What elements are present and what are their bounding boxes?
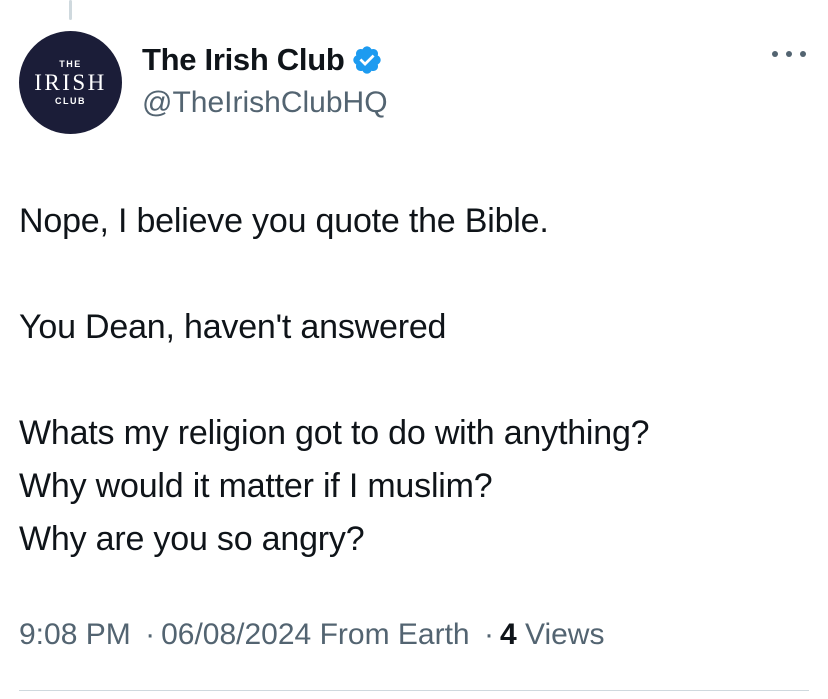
more-options-button[interactable]	[772, 42, 806, 66]
meta-separator: ·	[145, 618, 156, 651]
avatar-text-bottom: CLUB	[55, 95, 86, 106]
views-label: Views	[524, 618, 605, 651]
tweet-line: You Dean, haven't answered	[19, 308, 447, 346]
tweet-metadata: 9:08 PM · 06/08/2024 From Earth · 4 Views	[19, 618, 604, 652]
more-dot-icon	[800, 51, 806, 57]
tweet-date[interactable]: 06/08/2024	[161, 618, 311, 651]
author-handle[interactable]: @TheIrishClubHQ	[142, 86, 388, 120]
verified-badge-icon	[353, 46, 382, 74]
tweet-text: Nope, I believe you quote the Bible. You…	[19, 195, 809, 566]
thread-connector-line	[69, 0, 72, 20]
views-count: 4	[499, 618, 517, 651]
tweet-line: Why are you so angry?	[19, 520, 365, 558]
tweet-time[interactable]: 9:08 PM	[19, 618, 131, 651]
tweet-line: Why would it matter if I muslim?	[19, 467, 493, 505]
tweet-line: Whats my religion got to do with anythin…	[19, 414, 650, 452]
avatar-text-top: THE	[59, 58, 82, 69]
avatar-text-main: IRISH	[34, 69, 107, 95]
display-name[interactable]: The Irish Club	[142, 42, 345, 78]
avatar[interactable]: THE IRISH CLUB	[19, 31, 122, 134]
more-dot-icon	[772, 51, 778, 57]
divider	[19, 690, 809, 691]
more-dot-icon	[786, 51, 792, 57]
tweet-source: From Earth	[319, 618, 470, 651]
author-name-row: The Irish Club	[142, 40, 383, 80]
tweet-line: Nope, I believe you quote the Bible.	[19, 202, 549, 240]
meta-separator: ·	[483, 618, 494, 651]
